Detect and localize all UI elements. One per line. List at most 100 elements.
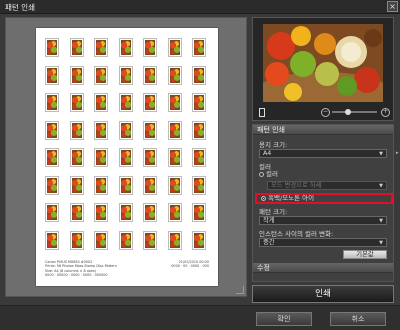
page-view-icon[interactable] (259, 108, 265, 117)
stamp-image (120, 150, 131, 165)
panel-expand-arrow-icon[interactable]: ▸ (396, 150, 400, 156)
stamp-image (71, 95, 82, 110)
paper-footer-left: Canon PIXUS MX850 #0002 Prints: 56 Photos… (45, 260, 135, 278)
stamp-image (145, 232, 155, 248)
pattern-stamp (118, 120, 133, 140)
pattern-size-value: 작게 (263, 217, 275, 224)
pattern-stamp (45, 38, 59, 57)
edit-section-header[interactable]: 수정 (253, 263, 393, 273)
paper-size-value: A4 (263, 150, 272, 157)
stamp-image (47, 122, 57, 138)
pattern-stamp (45, 93, 59, 112)
stamp-image (96, 67, 106, 83)
pattern-stamp (45, 175, 59, 195)
pattern-stamp (94, 175, 108, 195)
pattern-stamp (143, 93, 157, 112)
pattern-stamp (192, 120, 206, 140)
pattern-size-dropdown[interactable]: 작게 ▼ (259, 216, 387, 225)
stamp-image (194, 40, 204, 55)
stamp-image (96, 177, 106, 193)
pattern-stamp (45, 230, 59, 250)
stamp-image (47, 95, 57, 110)
chevron-down-icon: ▼ (379, 183, 383, 189)
cancel-button[interactable]: 취소 (330, 312, 386, 326)
pattern-stamp (143, 203, 157, 222)
stamp-image (194, 232, 204, 248)
zoom-controls: − + (253, 106, 395, 120)
stamp-image (169, 177, 180, 193)
zoom-slider-handle[interactable] (344, 109, 351, 115)
stamp-image (145, 40, 155, 55)
settings-panel: 패턴 인쇄 용지 크기: A4 ▼ 컬러 컬러 모드 변경으로 하세 ▼ 흑백/… (252, 124, 394, 282)
stamp-image (96, 205, 106, 220)
pattern-stamp (94, 230, 108, 250)
image-thumbnail-panel: − + (252, 17, 394, 121)
zoom-slider[interactable] (332, 109, 377, 115)
stamp-image (96, 95, 106, 110)
confirm-button[interactable]: 확인 (256, 312, 312, 326)
pattern-stamp (69, 93, 84, 112)
resize-grip-icon[interactable] (236, 286, 244, 294)
stamp-image (169, 232, 180, 248)
print-button[interactable]: 인쇄 (252, 285, 394, 303)
stamp-image (71, 67, 82, 83)
pattern-stamp (167, 203, 182, 222)
pattern-stamp (143, 148, 157, 167)
stamp-image (169, 40, 180, 55)
instance-color-label: 인스턴스 사이의 컬러 변화: (259, 230, 334, 238)
instance-color-value: 중간 (263, 239, 275, 246)
zoom-out-icon[interactable]: − (321, 108, 330, 117)
pattern-stamp (192, 203, 206, 222)
color-radio[interactable]: 컬러 (259, 170, 278, 179)
pattern-stamp (118, 38, 133, 57)
photo-thumbnail (263, 24, 383, 102)
pattern-stamp (118, 93, 133, 112)
pattern-stamp (192, 175, 206, 195)
pattern-stamp (94, 38, 108, 57)
pattern-stamp (143, 230, 157, 250)
pattern-stamp (69, 65, 84, 85)
pattern-size-label: 패턴 크기: (259, 208, 288, 216)
pattern-stamp (192, 93, 206, 112)
pattern-stamp (167, 120, 182, 140)
instance-color-dropdown[interactable]: 중간 ▼ (259, 238, 387, 247)
pattern-stamp (118, 175, 133, 195)
stamp-image (194, 205, 204, 220)
close-button[interactable]: × (387, 1, 398, 12)
stamp-image (145, 205, 155, 220)
pattern-stamp (192, 230, 206, 250)
pattern-stamp (143, 38, 157, 57)
stamp-image (120, 122, 131, 138)
stamp-image (194, 177, 204, 193)
stamp-image (120, 232, 131, 248)
paper-size-dropdown[interactable]: A4 ▼ (259, 149, 387, 158)
pattern-stamp (69, 230, 84, 250)
pattern-stamp (192, 148, 206, 167)
pattern-stamp (118, 203, 133, 222)
pattern-stamp (143, 120, 157, 140)
stamp-image (194, 95, 204, 110)
title-bar: 패턴 인쇄 × (0, 0, 400, 14)
pattern-stamp (45, 120, 59, 140)
pattern-stamp (118, 230, 133, 250)
stamp-image (120, 205, 131, 220)
footer-left-line: 0000 · 00000 · 0000 · 0000 · 000000 (45, 273, 108, 278)
pattern-stamp (94, 203, 108, 222)
pattern-stamp (167, 65, 182, 85)
default-button[interactable]: 기본값 (343, 250, 387, 259)
stamp-image (47, 232, 57, 248)
stamp-image (194, 67, 204, 83)
stamp-image (145, 67, 155, 83)
pattern-stamp (69, 148, 84, 167)
stamp-image (145, 122, 155, 138)
pattern-stamp (69, 175, 84, 195)
stamp-image (71, 177, 82, 193)
color-mode-dropdown: 모드 변경으로 하세 ▼ (267, 181, 387, 190)
stamp-image (47, 67, 57, 83)
stamp-image (71, 150, 82, 165)
pattern-print-section-header[interactable]: 패턴 인쇄 (253, 125, 393, 135)
stamp-image (96, 122, 106, 138)
color-radio-label: 컬러 (266, 170, 278, 178)
stamp-image (194, 150, 204, 165)
zoom-in-icon[interactable]: + (381, 108, 390, 117)
